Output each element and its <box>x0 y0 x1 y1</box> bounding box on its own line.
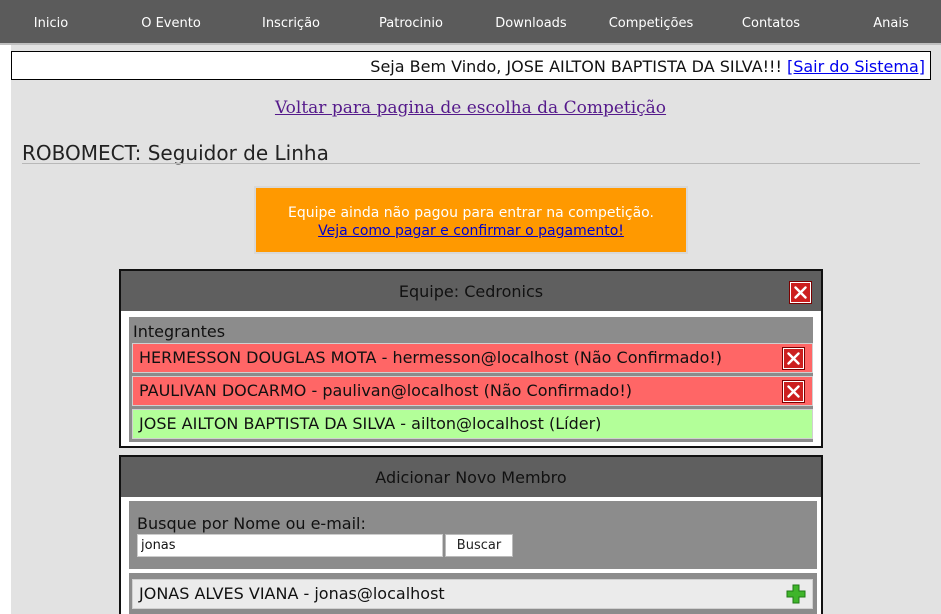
search-label: Busque por Nome ou e-mail: <box>137 514 366 533</box>
team-title: Equipe: Cedronics <box>398 282 544 301</box>
member-row: HERMESSON DOUGLAS MOTA - hermesson@local… <box>132 343 813 373</box>
members-list: Integrantes HERMESSON DOUGLAS MOTA - her… <box>129 317 813 442</box>
payment-notice: Equipe ainda não pagou para entrar na co… <box>254 186 688 254</box>
back-to-competitions-link[interactable]: Voltar para pagina de escolha da Competi… <box>275 98 666 118</box>
title-divider <box>22 163 920 164</box>
top-nav: Inicio O Evento Inscrição Patrocinio Dow… <box>0 0 941 45</box>
close-icon <box>794 286 807 299</box>
back-link-container: Voltar para pagina de escolha da Competi… <box>0 98 941 118</box>
member-text: HERMESSON DOUGLAS MOTA - hermesson@local… <box>139 348 723 367</box>
result-row: JONAS ALVES VIANA - jonas@localhost <box>132 579 813 609</box>
welcome-text: Seja Bem Vindo, JOSE AILTON BAPTISTA DA … <box>370 57 925 76</box>
welcome-greeting: Seja Bem Vindo, JOSE AILTON BAPTISTA DA … <box>370 57 782 76</box>
member-text: PAULIVAN DOCARMO - paulivan@localhost (N… <box>139 381 632 400</box>
close-icon <box>787 385 800 398</box>
members-label: Integrantes <box>133 322 226 341</box>
nav-competicoes[interactable]: Competições <box>609 16 694 31</box>
member-row: PAULIVAN DOCARMO - paulivan@localhost (N… <box>132 376 813 406</box>
nav-anais[interactable]: Anais <box>873 16 908 31</box>
welcome-bar: Seja Bem Vindo, JOSE AILTON BAPTISTA DA … <box>11 51 931 80</box>
payment-instructions-link[interactable]: Veja como pagar e confirmar o pagamento! <box>318 223 624 239</box>
delete-team-button[interactable] <box>789 281 812 304</box>
team-panel: Equipe: Cedronics Integrantes HERMESSON … <box>119 269 823 448</box>
result-text: JONAS ALVES VIANA - jonas@localhost <box>139 584 445 603</box>
add-member-panel: Adicionar Novo Membro Busque por Nome ou… <box>119 455 823 614</box>
member-text: JOSE AILTON BAPTISTA DA SILVA - ailton@l… <box>139 414 602 433</box>
search-results: JONAS ALVES VIANA - jonas@localhost <box>129 573 817 614</box>
nav-o-evento[interactable]: O Evento <box>141 16 201 31</box>
nav-contatos[interactable]: Contatos <box>742 16 800 31</box>
logout-link[interactable]: [Sair do Sistema] <box>787 57 925 76</box>
search-button[interactable]: Buscar <box>445 534 513 557</box>
member-search: Busque por Nome ou e-mail: Buscar <box>129 501 817 569</box>
add-member-title: Adicionar Novo Membro <box>375 468 567 487</box>
add-member-header: Adicionar Novo Membro <box>121 457 821 497</box>
plus-icon[interactable] <box>786 584 806 604</box>
payment-notice-message: Equipe ainda não pagou para entrar na co… <box>288 205 654 221</box>
remove-member-button[interactable] <box>782 347 805 370</box>
close-icon <box>787 352 800 365</box>
search-input[interactable] <box>137 534 443 557</box>
team-header: Equipe: Cedronics <box>121 271 821 311</box>
nav-inscricao[interactable]: Inscrição <box>262 16 320 31</box>
nav-inicio[interactable]: Inicio <box>34 16 68 31</box>
nav-patrocinio[interactable]: Patrocinio <box>379 16 443 31</box>
remove-member-button[interactable] <box>782 380 805 403</box>
nav-downloads[interactable]: Downloads <box>495 16 566 31</box>
member-row-leader: JOSE AILTON BAPTISTA DA SILVA - ailton@l… <box>132 409 813 439</box>
page-title: ROBOMECT: Seguidor de Linha <box>22 141 329 165</box>
